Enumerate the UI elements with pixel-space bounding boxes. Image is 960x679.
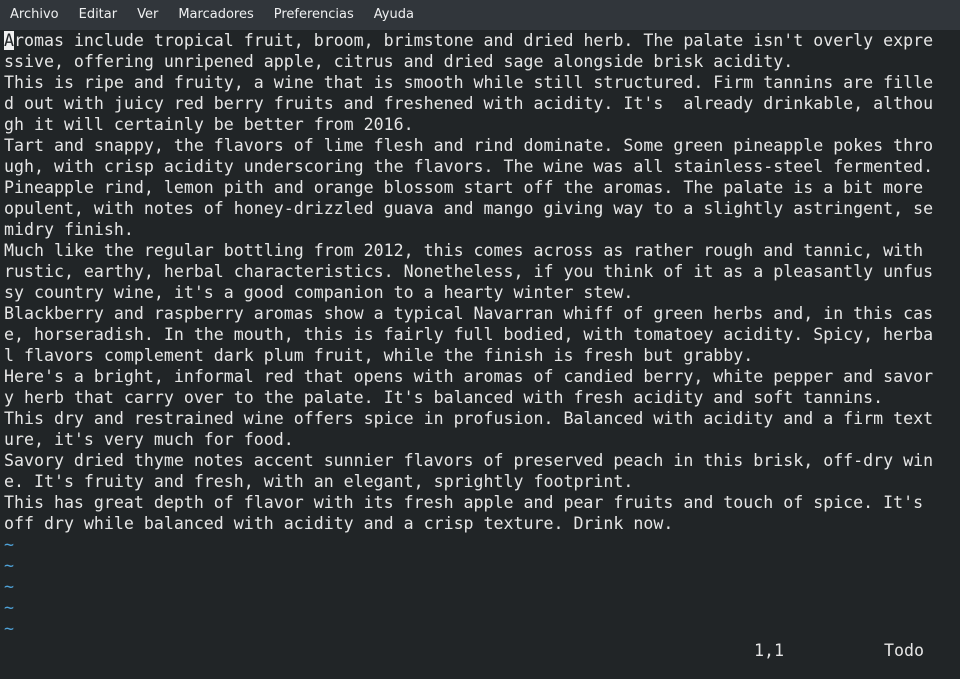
text-line: Much like the regular bottling from 2012… [4,241,934,260]
text-cursor: A [4,31,14,50]
text-line: This dry and restrained wine offers spic… [4,409,934,428]
text-line: sy country wine, it's a good companion t… [4,283,634,302]
text-line-content: romas include tropical fruit, broom, bri… [14,31,934,50]
text-line: off dry while balanced with acidity and … [4,514,674,533]
menu-ayuda[interactable]: Ayuda [364,0,424,30]
text-line: Savory dried thyme notes accent sunnier … [4,451,934,470]
text-line: gh it will certainly be better from 2016… [4,115,414,134]
menu-bar: Archivo Editar Ver Marcadores Preferenci… [0,0,960,30]
text-line: l flavors complement dark plum fruit, wh… [4,346,754,365]
text-line: ure, it's very much for food. [4,430,294,449]
text-line: Here's a bright, informal red that opens… [4,367,934,386]
text-line: e, horseradish. In the mouth, this is fa… [4,325,934,344]
menu-preferencias[interactable]: Preferencias [264,0,364,30]
text-editor-area[interactable]: Aromas include tropical fruit, broom, br… [4,30,954,640]
text-line: This is ripe and fruity, a wine that is … [4,73,934,92]
text-line: opulent, with notes of honey-drizzled gu… [4,199,934,218]
text-line: rustic, earthy, herbal characteristics. … [4,262,934,281]
text-line: Aromas include tropical fruit, broom, br… [4,30,954,51]
empty-line-marker: ~ [4,577,14,596]
text-line: ugh, with crisp acidity underscoring the… [4,157,934,176]
cursor-position-indicator: 1,1 [754,641,784,660]
text-line: Tart and snappy, the flavors of lime fle… [4,136,934,155]
text-line: e. It's fruity and fresh, with an elegan… [4,472,634,491]
empty-line-marker: ~ [4,619,14,638]
menu-archivo[interactable]: Archivo [0,0,69,30]
menu-marcadores[interactable]: Marcadores [168,0,263,30]
text-line: d out with juicy red berry fruits and fr… [4,94,934,113]
empty-line-marker: ~ [4,598,14,617]
empty-line-marker: ~ [4,535,14,554]
text-line: This has great depth of flavor with its … [4,493,934,512]
text-line: Pineapple rind, lemon pith and orange bl… [4,178,934,197]
menu-editar[interactable]: Editar [69,0,128,30]
text-line: ssive, offering unripened apple, citrus … [4,52,794,71]
text-line: y herb that carry over to the palate. It… [4,388,884,407]
text-line: Blackberry and raspberry aromas show a t… [4,304,934,323]
text-line: midry finish. [4,220,134,239]
menu-ver[interactable]: Ver [127,0,168,30]
scroll-position-indicator: Todo [884,641,924,660]
empty-line-marker: ~ [4,556,14,575]
